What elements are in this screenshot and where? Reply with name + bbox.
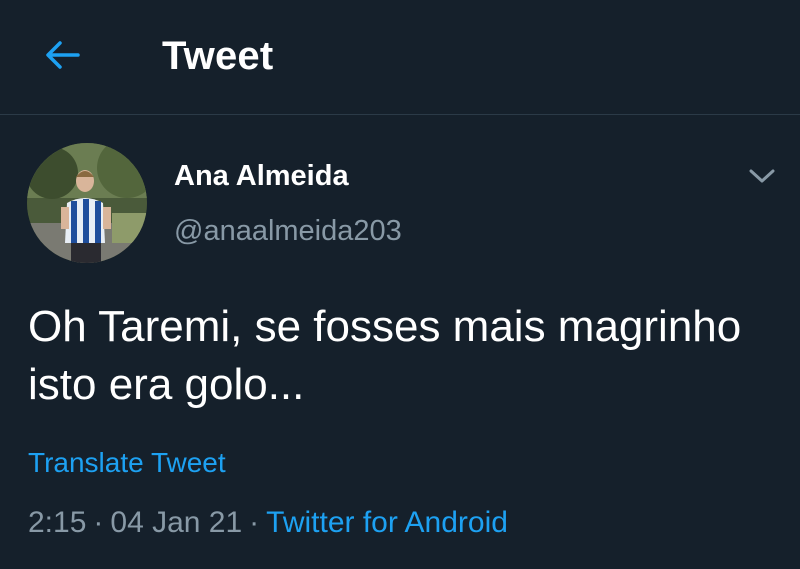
page-title: Tweet [162,34,274,78]
author-handle[interactable]: @anaalmeida203 [174,213,402,249]
author-name[interactable]: Ana Almeida [174,158,349,194]
tweet-date: 04 Jan 21 [110,506,243,539]
arrow-left-icon [46,41,80,69]
separator-dot: · [249,506,260,539]
separator-dot: · [93,506,104,539]
tweet-text: Oh Taremi, se fosses mais magrinho isto … [28,302,742,409]
tweet-source-link[interactable]: Twitter for Android [266,506,508,539]
avatar[interactable] [27,143,147,263]
chevron-down-icon [749,169,775,183]
tweet-metadata: 2:15 · 04 Jan 21 · Twitter for Android [28,504,508,542]
back-button[interactable] [30,26,94,84]
translate-tweet-link[interactable]: Translate Tweet [28,446,226,480]
avatar-image [27,143,147,263]
tweet-menu-button[interactable] [742,158,782,194]
top-bar: Tweet [0,0,800,115]
tweet-time: 2:15 [28,506,87,539]
